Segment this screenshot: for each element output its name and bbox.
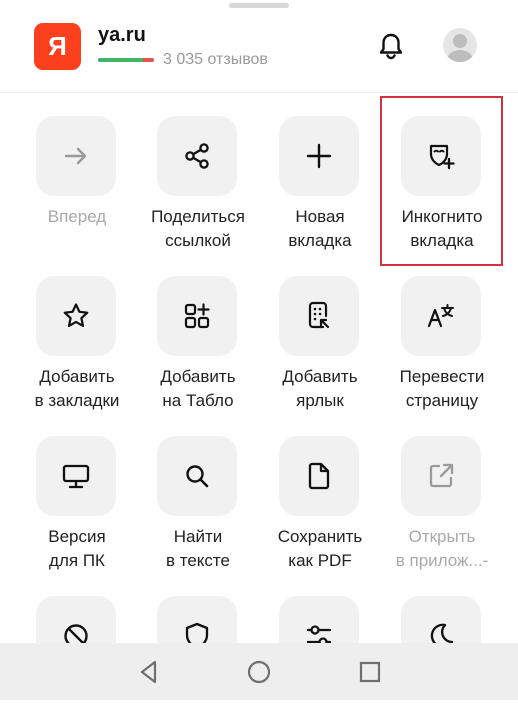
desktop-version-label: Версия для ПК xyxy=(48,527,106,570)
share-link-button[interactable]: Поделиться ссылкой xyxy=(137,92,259,250)
yandex-logo: Я xyxy=(34,23,81,70)
translate-page-label: Перевести страницу xyxy=(399,367,485,410)
star-icon xyxy=(63,303,89,327)
new-tab-button[interactable]: Новая вкладка xyxy=(259,92,381,250)
add-bookmark-button[interactable]: Добавить в закладки xyxy=(16,252,138,410)
add-shortcut-button[interactable]: Добавить ярлык xyxy=(259,252,381,410)
add-to-tablo-button[interactable]: Добавить на Табло xyxy=(137,252,259,410)
android-nav-bar xyxy=(0,643,518,700)
add-shortcut-label: Добавить ярлык xyxy=(282,367,358,410)
arrow-right-icon xyxy=(64,147,87,165)
desktop-version-button[interactable]: Версия для ПК xyxy=(16,412,138,570)
save-pdf-label: Сохранить как PDF xyxy=(277,527,363,570)
translate-icon xyxy=(427,304,454,328)
rating-bar xyxy=(98,58,154,62)
home-icon[interactable] xyxy=(244,657,274,687)
open-in-app-button[interactable]: Открыть в прилож...- xyxy=(381,412,503,570)
recents-icon[interactable] xyxy=(355,657,385,687)
bell-icon[interactable] xyxy=(375,30,407,62)
find-in-page-button[interactable]: Найти в тексте xyxy=(137,412,259,570)
site-header: Я ya.ru 3 035 отзывов xyxy=(0,0,518,92)
share-link-label: Поделиться ссылкой xyxy=(151,207,245,250)
open-in-app-label: Открыть в прилож...- xyxy=(395,527,489,570)
find-in-page-label: Найти в тексте xyxy=(166,527,230,570)
add-to-tablo-label: Добавить на Табло xyxy=(160,367,236,410)
share-icon xyxy=(185,143,209,169)
search-icon xyxy=(186,465,209,488)
document-icon xyxy=(308,462,330,490)
translate-page-button[interactable]: Перевести страницу xyxy=(381,252,503,410)
reviews-count-link[interactable]: 3 035 отзывов xyxy=(163,51,268,69)
incognito-highlight-box xyxy=(380,96,503,266)
desktop-icon xyxy=(62,464,90,489)
user-avatar[interactable] xyxy=(443,28,477,62)
open-external-icon xyxy=(429,463,454,488)
forward-button[interactable]: Вперед xyxy=(16,92,138,242)
forward-label: Вперед xyxy=(47,207,107,226)
save-pdf-button[interactable]: Сохранить как PDF xyxy=(259,412,381,570)
site-name: ya.ru xyxy=(98,24,146,46)
shortcut-icon xyxy=(308,301,330,329)
back-icon[interactable] xyxy=(135,657,165,687)
grid-plus-icon xyxy=(184,303,210,329)
add-bookmark-label: Добавить в закладки xyxy=(34,367,120,410)
new-tab-label: Новая вкладка xyxy=(288,207,352,250)
plus-icon xyxy=(306,143,332,169)
